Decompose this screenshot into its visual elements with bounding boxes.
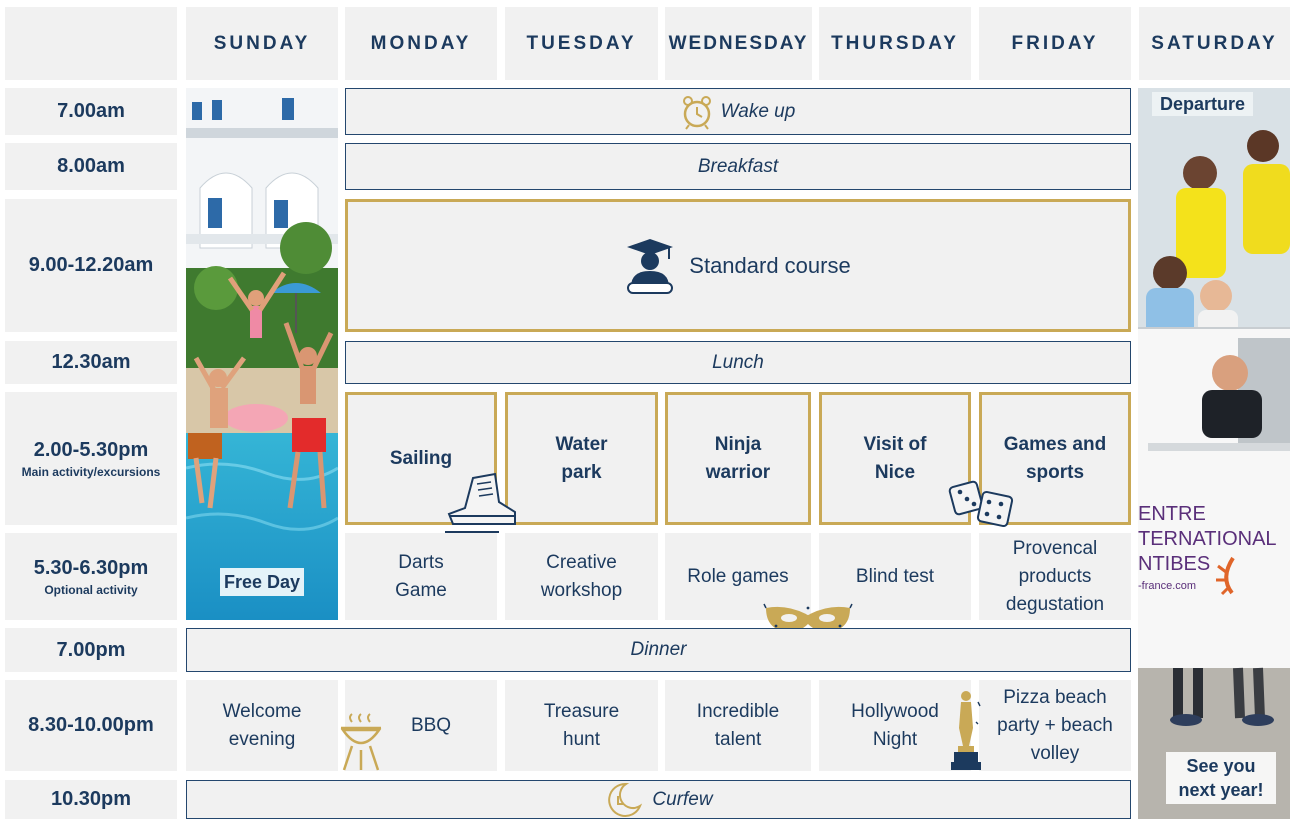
- breakfast-label: Breakfast: [697, 155, 779, 177]
- day-header-monday: MONDAY: [345, 7, 497, 80]
- alarm-clock-icon: [681, 94, 713, 130]
- van-text-line: TERNATIONAL: [1138, 528, 1277, 550]
- main-activity-tuesday: Water park: [505, 392, 658, 525]
- day-header-saturday: SATURDAY: [1139, 7, 1290, 80]
- curfew-bar: Curfew: [186, 780, 1131, 819]
- van-text-line: NTIBES: [1138, 553, 1211, 575]
- day-header-wednesday: WEDNESDAY: [665, 7, 812, 80]
- optional-activity-tuesday: Creative workshop: [505, 533, 658, 620]
- pool-scene-illustration: [186, 88, 338, 620]
- departure-label: Departure: [1152, 92, 1254, 116]
- optional-activity-friday: Provencal products degustation: [979, 533, 1131, 620]
- time-label: 7.00am: [57, 100, 125, 122]
- day-header-sunday: SUNDAY: [186, 7, 338, 80]
- time-slot: 12.30am: [5, 341, 177, 384]
- time-sublabel: Main activity/excursions: [21, 464, 161, 479]
- sunday-pool-photo: Free Day: [186, 88, 338, 620]
- breakfast-bar: Breakfast: [345, 143, 1131, 190]
- evening-activity-wednesday: Incredible talent: [665, 680, 811, 771]
- time-label: 12.30am: [51, 351, 131, 373]
- day-header-friday: FRIDAY: [979, 7, 1131, 80]
- time-slot: 8.30-10.00pm: [5, 680, 177, 771]
- day-header-thursday: THURSDAY: [819, 7, 971, 80]
- evening-activity-sunday: Welcome evening: [186, 680, 338, 771]
- dinner-label: Dinner: [630, 639, 687, 660]
- see-you-next-year-label: See you next year!: [1166, 752, 1276, 804]
- team-van-illustration: [1138, 88, 1290, 819]
- free-day-label: Free Day: [220, 568, 305, 596]
- wake-up-label: Wake up: [720, 100, 796, 122]
- header-corner: [5, 7, 177, 80]
- time-slot: 5.30-6.30pm Optional activity: [5, 533, 177, 620]
- wake-up-bar: Wake up: [345, 88, 1131, 135]
- time-sublabel: Optional activity: [44, 582, 138, 597]
- optional-activity-monday: Darts Game: [345, 533, 497, 620]
- time-label: 5.30-6.30pm: [33, 556, 149, 579]
- lunch-bar: Lunch: [345, 341, 1131, 384]
- time-slot: 10.30pm: [5, 780, 177, 819]
- van-text-line: ENTRE: [1138, 503, 1206, 525]
- day-header-tuesday: TUESDAY: [505, 7, 658, 80]
- time-label: 9.00-12.20am: [28, 254, 154, 276]
- time-label: 2.00-5.30pm: [33, 438, 149, 461]
- oscar-statue-icon: [948, 688, 984, 772]
- time-slot: 2.00-5.30pm Main activity/excursions: [5, 392, 177, 525]
- dice-icon: [948, 478, 1014, 530]
- van-website-text: -france.com: [1138, 580, 1197, 592]
- standard-course-block: Standard course: [345, 199, 1131, 332]
- time-label: 10.30pm: [50, 788, 132, 810]
- main-activity-wednesday: Ninja warrior: [665, 392, 811, 525]
- saturday-team-photo: Departure ENTRE TERNATIONAL NTIBES -fran…: [1138, 88, 1290, 819]
- graduate-icon: [625, 237, 675, 295]
- dinner-bar: Dinner: [186, 628, 1131, 672]
- bbq-grill-icon: [338, 712, 384, 772]
- hiking-boot-icon: [443, 472, 519, 536]
- crescent-moon-icon: [604, 780, 644, 819]
- time-slot: 8.00am: [5, 143, 177, 190]
- curfew-label: Curfew: [652, 788, 713, 810]
- time-slot: 9.00-12.20am: [5, 199, 177, 332]
- standard-course-label: Standard course: [689, 252, 851, 278]
- evening-activity-friday: Pizza beach party + beach volley: [979, 680, 1131, 771]
- time-slot: 7.00am: [5, 88, 177, 135]
- evening-activity-tuesday: Treasure hunt: [505, 680, 658, 771]
- lunch-label: Lunch: [712, 351, 764, 373]
- time-label: 8.30-10.00pm: [28, 714, 154, 736]
- time-label: 7.00pm: [56, 638, 126, 661]
- time-label: 8.00am: [57, 155, 125, 177]
- time-slot: 7.00pm: [5, 628, 177, 672]
